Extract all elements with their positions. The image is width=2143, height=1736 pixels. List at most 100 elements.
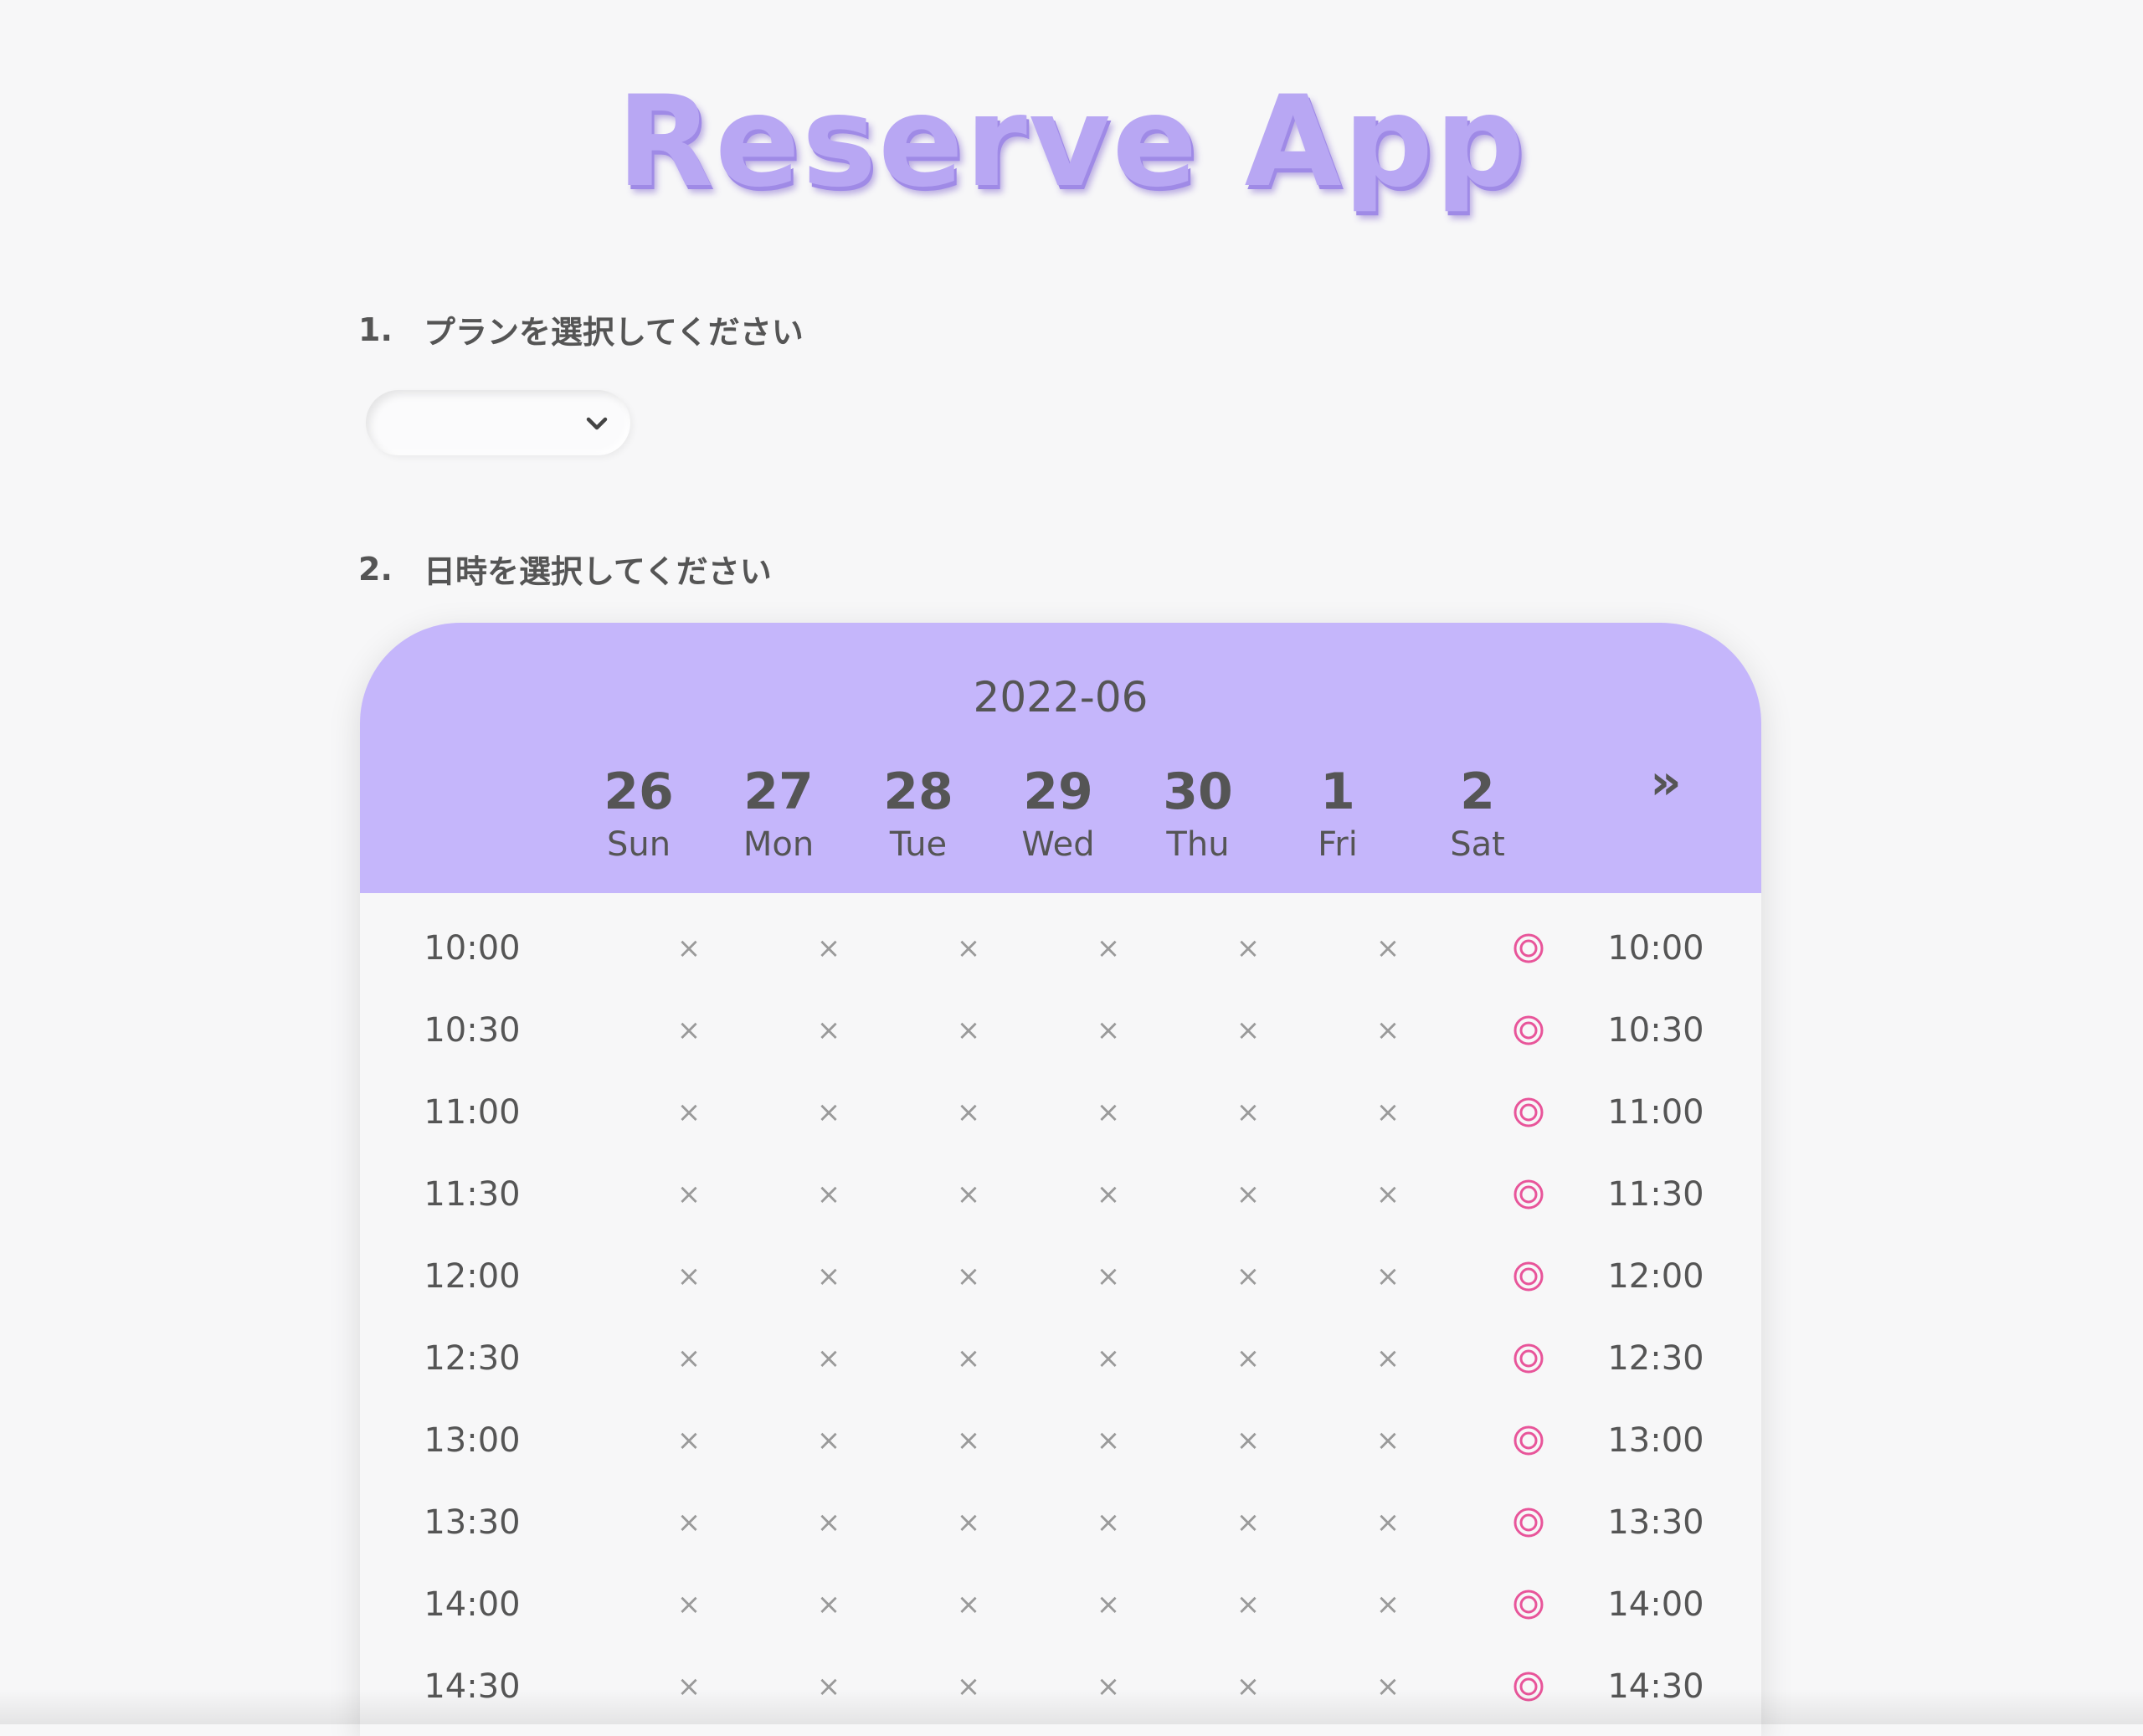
- double-circle-icon: [1513, 1179, 1544, 1210]
- slot-unavailable: ×: [1375, 1178, 1400, 1211]
- slot-unavailable: ×: [956, 1424, 981, 1457]
- day-number: 30: [1163, 763, 1233, 821]
- time-row: 13:30 × × × × × × 13:30: [360, 1482, 1761, 1564]
- double-circle-icon: [1513, 933, 1544, 963]
- time-label-right: 11:00: [1607, 1093, 1704, 1132]
- day-weekday: Sat: [1450, 825, 1505, 864]
- day-weekday: Thu: [1166, 825, 1230, 864]
- slot-unavailable: ×: [1096, 1178, 1121, 1211]
- time-row: 13:00 × × × × × × 13:00: [360, 1400, 1761, 1482]
- time-label-left: 14:30: [424, 1667, 521, 1706]
- time-label-left: 13:30: [424, 1503, 521, 1542]
- slot-unavailable: ×: [1375, 1670, 1400, 1703]
- slot-unavailable: ×: [816, 1096, 841, 1129]
- slot-unavailable: ×: [1375, 1096, 1400, 1129]
- slot-unavailable: ×: [1236, 1342, 1261, 1375]
- slot-unavailable: ×: [1236, 1014, 1261, 1047]
- time-row: 14:30 × × × × × × 14:30: [360, 1646, 1761, 1728]
- slot-unavailable: ×: [676, 1260, 701, 1293]
- time-row: 11:30 × × × × × × 11:30: [360, 1153, 1761, 1235]
- time-label-left: 10:30: [424, 1011, 521, 1050]
- slot-unavailable: ×: [816, 1178, 841, 1211]
- slot-unavailable: ×: [676, 1506, 701, 1539]
- slot-unavailable: ×: [956, 1342, 981, 1375]
- slot-unavailable: ×: [1096, 1342, 1121, 1375]
- day-header-wed: 29 Wed: [991, 767, 1125, 864]
- time-row: 14:00 × × × × × × 14:00: [360, 1564, 1761, 1646]
- time-label-right: 14:30: [1607, 1667, 1704, 1706]
- time-label-right: 10:00: [1607, 929, 1704, 968]
- slot-unavailable: ×: [1236, 1178, 1261, 1211]
- slot-unavailable: ×: [1096, 1670, 1121, 1703]
- slot-unavailable: ×: [1236, 1424, 1261, 1457]
- slot-unavailable: ×: [1096, 1096, 1121, 1129]
- day-number: 2: [1460, 763, 1495, 821]
- time-label-right: 10:30: [1607, 1011, 1704, 1050]
- day-weekday: Wed: [1021, 825, 1095, 864]
- slot-unavailable: ×: [1096, 1014, 1121, 1047]
- slot-unavailable: ×: [1375, 1014, 1400, 1047]
- time-label-left: 11:00: [424, 1093, 521, 1132]
- day-header-thu: 30 Thu: [1131, 767, 1265, 864]
- slot-unavailable: ×: [956, 932, 981, 965]
- double-circle-icon: [1513, 1590, 1544, 1620]
- double-circle-icon: [1513, 1343, 1544, 1374]
- slot-unavailable: ×: [956, 1260, 981, 1293]
- slot-unavailable: ×: [676, 1178, 701, 1211]
- slot-unavailable: ×: [1375, 1588, 1400, 1621]
- calendar-month: 2022-06: [973, 673, 1149, 722]
- slot-unavailable: ×: [816, 1424, 841, 1457]
- day-header-fri: 1 Fri: [1271, 767, 1405, 864]
- slot-unavailable: ×: [956, 1178, 981, 1211]
- slot-unavailable: ×: [816, 932, 841, 965]
- slot-unavailable: ×: [1096, 1588, 1121, 1621]
- time-label-right: 14:00: [1607, 1585, 1704, 1624]
- time-label-right: 12:00: [1607, 1257, 1704, 1296]
- time-label-right: 13:00: [1607, 1421, 1704, 1460]
- slot-unavailable: ×: [956, 1506, 981, 1539]
- slot-unavailable: ×: [956, 1096, 981, 1129]
- slot-unavailable: ×: [1096, 1424, 1121, 1457]
- slot-unavailable: ×: [1096, 1260, 1121, 1293]
- slot-unavailable: ×: [1236, 1670, 1261, 1703]
- step2-number: 2.: [358, 550, 393, 588]
- slot-unavailable: ×: [676, 1588, 701, 1621]
- double-circle-icon: [1513, 1097, 1544, 1127]
- slot-unavailable: ×: [956, 1588, 981, 1621]
- slot-unavailable: ×: [676, 932, 701, 965]
- slot-unavailable: ×: [816, 1342, 841, 1375]
- next-week-button[interactable]: »: [1632, 757, 1699, 807]
- slot-unavailable: ×: [676, 1096, 701, 1129]
- slot-unavailable: ×: [816, 1014, 841, 1047]
- time-label-left: 12:00: [424, 1257, 521, 1296]
- slot-unavailable: ×: [1236, 1588, 1261, 1621]
- step2-label: 日時を選択してください: [424, 553, 772, 590]
- day-number: 28: [883, 763, 953, 821]
- step1-label: プランを選択してください: [424, 314, 804, 351]
- slot-unavailable: ×: [676, 1342, 701, 1375]
- slot-unavailable: ×: [1375, 932, 1400, 965]
- step2-heading: 2. 日時を選択してください: [358, 546, 772, 592]
- slot-unavailable: ×: [1236, 1096, 1261, 1129]
- plan-select[interactable]: [366, 390, 630, 455]
- day-number: 1: [1320, 763, 1355, 821]
- slot-unavailable: ×: [816, 1260, 841, 1293]
- slot-unavailable: ×: [1236, 1506, 1261, 1539]
- time-label-right: 13:30: [1607, 1503, 1704, 1542]
- double-circle-icon: [1513, 1672, 1544, 1702]
- double-circle-icon: [1513, 1507, 1544, 1538]
- time-label-right: 12:30: [1607, 1339, 1704, 1378]
- slot-unavailable: ×: [1375, 1260, 1400, 1293]
- day-number: 27: [743, 763, 814, 821]
- slot-unavailable: ×: [676, 1424, 701, 1457]
- day-weekday: Tue: [889, 825, 948, 864]
- slot-unavailable: ×: [956, 1670, 981, 1703]
- slot-unavailable: ×: [1375, 1342, 1400, 1375]
- day-header-mon: 27 Mon: [712, 767, 845, 864]
- day-header-tue: 28 Tue: [851, 767, 985, 864]
- day-header-sat: 2 Sat: [1411, 767, 1544, 864]
- slot-unavailable: ×: [1096, 1506, 1121, 1539]
- slot-unavailable: ×: [676, 1014, 701, 1047]
- time-row: 11:00 × × × × × × 11:00: [360, 1071, 1761, 1153]
- double-circle-icon: [1513, 1015, 1544, 1045]
